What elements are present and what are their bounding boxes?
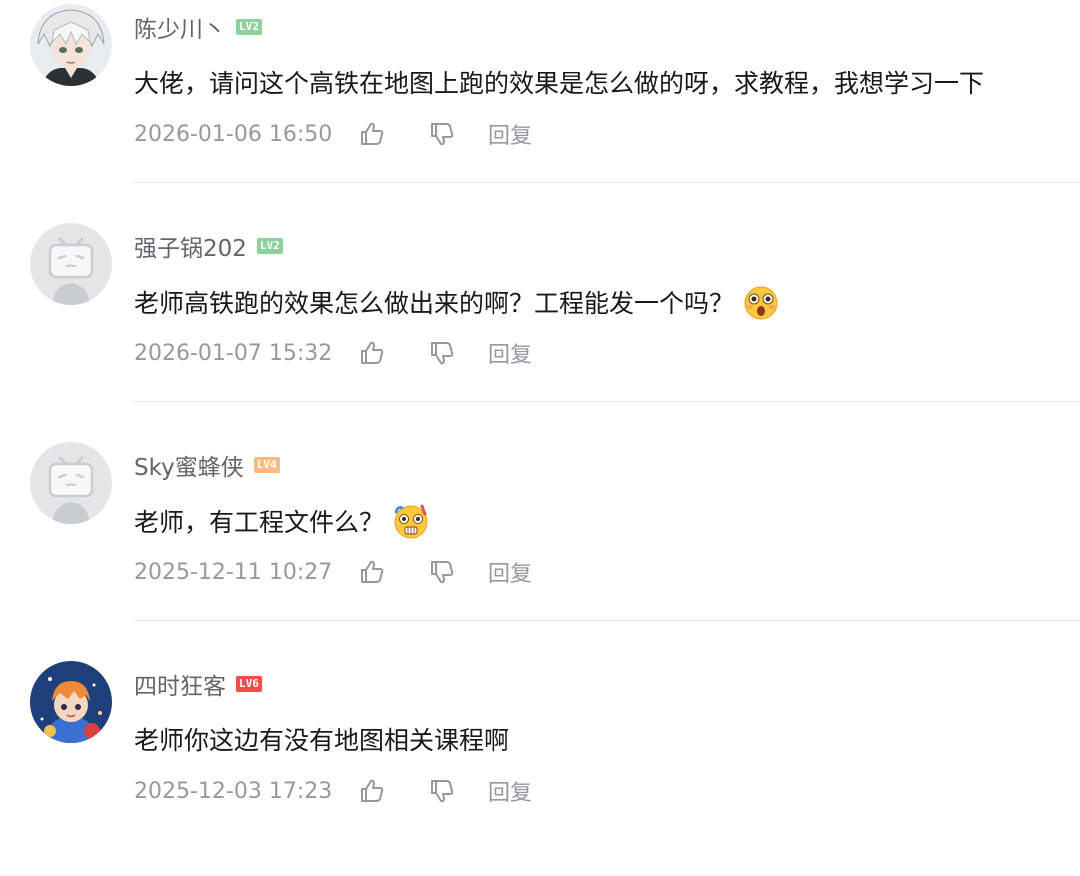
comment-item: 陈少川丶 LV2 大佬，请问这个高铁在地图上跑的效果是怎么做的呀，求教程，我想学… xyxy=(0,0,1080,219)
thumbs-down-icon[interactable] xyxy=(428,120,456,148)
avatar[interactable] xyxy=(30,223,112,305)
reply-button[interactable]: 回复 xyxy=(488,337,532,369)
default-tv-avatar-icon xyxy=(30,223,112,305)
username[interactable]: Sky蜜蜂侠 xyxy=(134,448,244,482)
anime-avatar-icon xyxy=(30,661,112,743)
comment-item: Sky蜜蜂侠 LV4 老师，有工程文件么？ 2025-12-11 10:27 回… xyxy=(0,438,1080,657)
comment-text-content: 大佬，请问这个高铁在地图上跑的效果是怎么做的呀，求教程，我想学习一下 xyxy=(134,69,985,98)
level-badge: LV4 xyxy=(253,457,280,473)
comment-time: 2025-12-03 17:23 xyxy=(134,778,333,804)
comment-text-content: 老师高铁跑的效果怎么做出来的啊？工程能发一个吗？ xyxy=(134,289,735,318)
thumbs-up-icon[interactable] xyxy=(358,120,386,148)
avatar[interactable] xyxy=(30,442,112,524)
thumbs-up-icon[interactable] xyxy=(358,777,386,805)
thumbs-down-icon[interactable] xyxy=(428,339,456,367)
avatar[interactable] xyxy=(30,4,112,86)
divider xyxy=(134,182,1080,183)
comment-text: 老师，有工程文件么？ xyxy=(134,502,430,540)
username[interactable]: 四时狂客 xyxy=(134,667,226,701)
shocked-emoji-icon xyxy=(744,286,778,320)
reply-button[interactable]: 回复 xyxy=(488,118,532,150)
scared-emoji-icon xyxy=(394,504,428,539)
anime-avatar-icon xyxy=(30,4,112,86)
thumbs-down-icon[interactable] xyxy=(428,777,456,805)
level-badge: LV6 xyxy=(236,676,262,692)
level-badge: LV2 xyxy=(256,238,283,254)
comment-time: 2025-12-11 10:27 xyxy=(134,559,333,585)
divider xyxy=(134,401,1080,402)
default-tv-avatar-icon xyxy=(30,442,112,524)
level-badge: LV2 xyxy=(236,19,262,35)
avatar[interactable] xyxy=(30,661,112,743)
thumbs-up-icon[interactable] xyxy=(358,339,386,367)
comment-item: 强子锅202 LV2 老师高铁跑的效果怎么做出来的啊？工程能发一个吗？ 2026… xyxy=(0,219,1080,438)
comment-text: 大佬，请问这个高铁在地图上跑的效果是怎么做的呀，求教程，我想学习一下 xyxy=(134,64,984,100)
username[interactable]: 强子锅202 xyxy=(134,229,247,263)
divider xyxy=(134,620,1080,621)
comment-text: 老师高铁跑的效果怎么做出来的啊？工程能发一个吗？ xyxy=(134,283,780,321)
thumbs-down-icon[interactable] xyxy=(428,558,456,586)
comment-time: 2026-01-06 16:50 xyxy=(134,121,333,147)
comment-text-content: 老师你这边有没有地图相关课程啊 xyxy=(134,726,510,755)
comment-text-content: 老师，有工程文件么？ xyxy=(134,508,385,537)
reply-button[interactable]: 回复 xyxy=(488,775,532,807)
reply-button[interactable]: 回复 xyxy=(488,556,532,588)
comment-item: 四时狂客 LV6 老师你这边有没有地图相关课程啊 2025-12-03 17:2… xyxy=(0,657,1080,876)
comment-time: 2026-01-07 15:32 xyxy=(134,340,333,366)
thumbs-up-icon[interactable] xyxy=(358,558,386,586)
comment-text: 老师你这边有没有地图相关课程啊 xyxy=(134,721,509,757)
username[interactable]: 陈少川丶 xyxy=(134,10,226,44)
